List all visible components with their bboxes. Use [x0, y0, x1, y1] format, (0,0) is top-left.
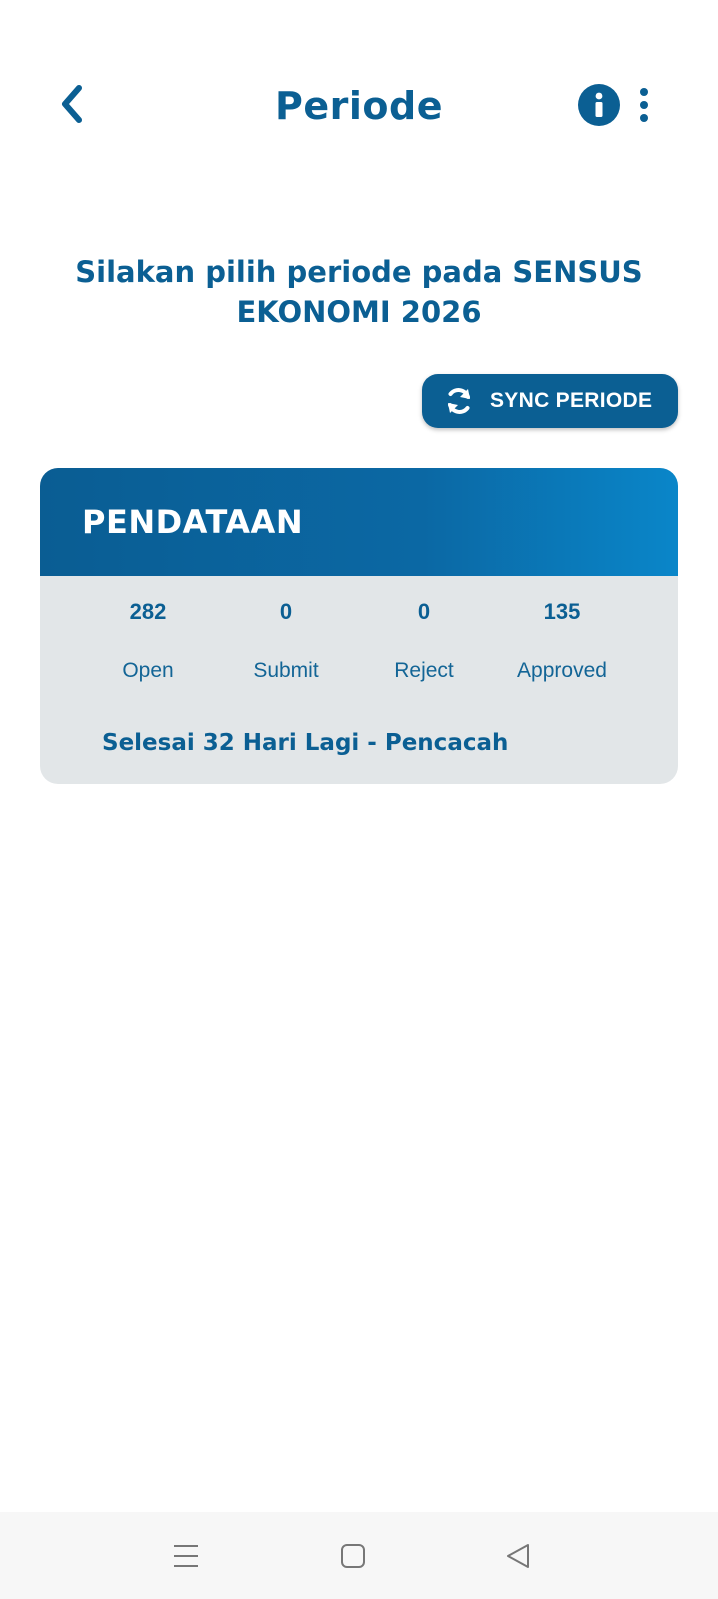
back-nav-button[interactable]	[496, 1534, 540, 1578]
stat-value: 282	[129, 599, 167, 624]
heading-line-2: EKONOMI 2026	[236, 295, 482, 329]
card-header: PENDATAAN	[40, 468, 678, 576]
stat-label: Reject	[394, 659, 454, 682]
stat-value: 0	[417, 599, 431, 624]
stat-open: 282 Open	[78, 598, 218, 684]
system-nav-bar	[0, 1512, 718, 1599]
stat-label: Approved	[517, 659, 607, 682]
stat-reject: 0 Reject	[354, 598, 494, 684]
home-button[interactable]	[331, 1534, 375, 1578]
stat-label: Open	[122, 659, 174, 682]
home-square-icon	[341, 1544, 365, 1568]
heading-line-1: Silakan pilih periode pada SENSUS	[75, 255, 643, 289]
menu-icon	[174, 1545, 198, 1567]
more-options-button[interactable]	[632, 84, 656, 126]
card-title: PENDATAAN	[82, 503, 304, 541]
sync-icon	[442, 384, 476, 418]
pendataan-card[interactable]: PENDATAAN 282 Open 0 Submit 0 Reject 135…	[40, 468, 678, 784]
periode-screen: Periode Silakan pilih periode pada SENSU…	[0, 0, 718, 1599]
info-icon	[595, 92, 603, 117]
deadline-text: Selesai 32 Hari Lagi - Pencacah	[102, 730, 509, 756]
stat-approved: 135 Approved	[492, 598, 632, 684]
more-vertical-icon	[640, 88, 648, 96]
recent-apps-button[interactable]	[164, 1534, 208, 1578]
instruction-heading: Silakan pilih periode pada SENSUS EKONOM…	[40, 252, 678, 332]
sync-periode-label: SYNC PERIODE	[490, 389, 653, 412]
info-button[interactable]	[578, 84, 620, 126]
app-header: Periode	[0, 60, 718, 150]
stat-submit: 0 Submit	[216, 598, 356, 684]
sync-periode-button[interactable]: SYNC PERIODE	[422, 374, 678, 428]
stat-value: 0	[279, 599, 293, 624]
stat-value: 135	[543, 599, 581, 624]
stat-label: Submit	[253, 659, 319, 682]
back-triangle-icon	[507, 1544, 529, 1568]
